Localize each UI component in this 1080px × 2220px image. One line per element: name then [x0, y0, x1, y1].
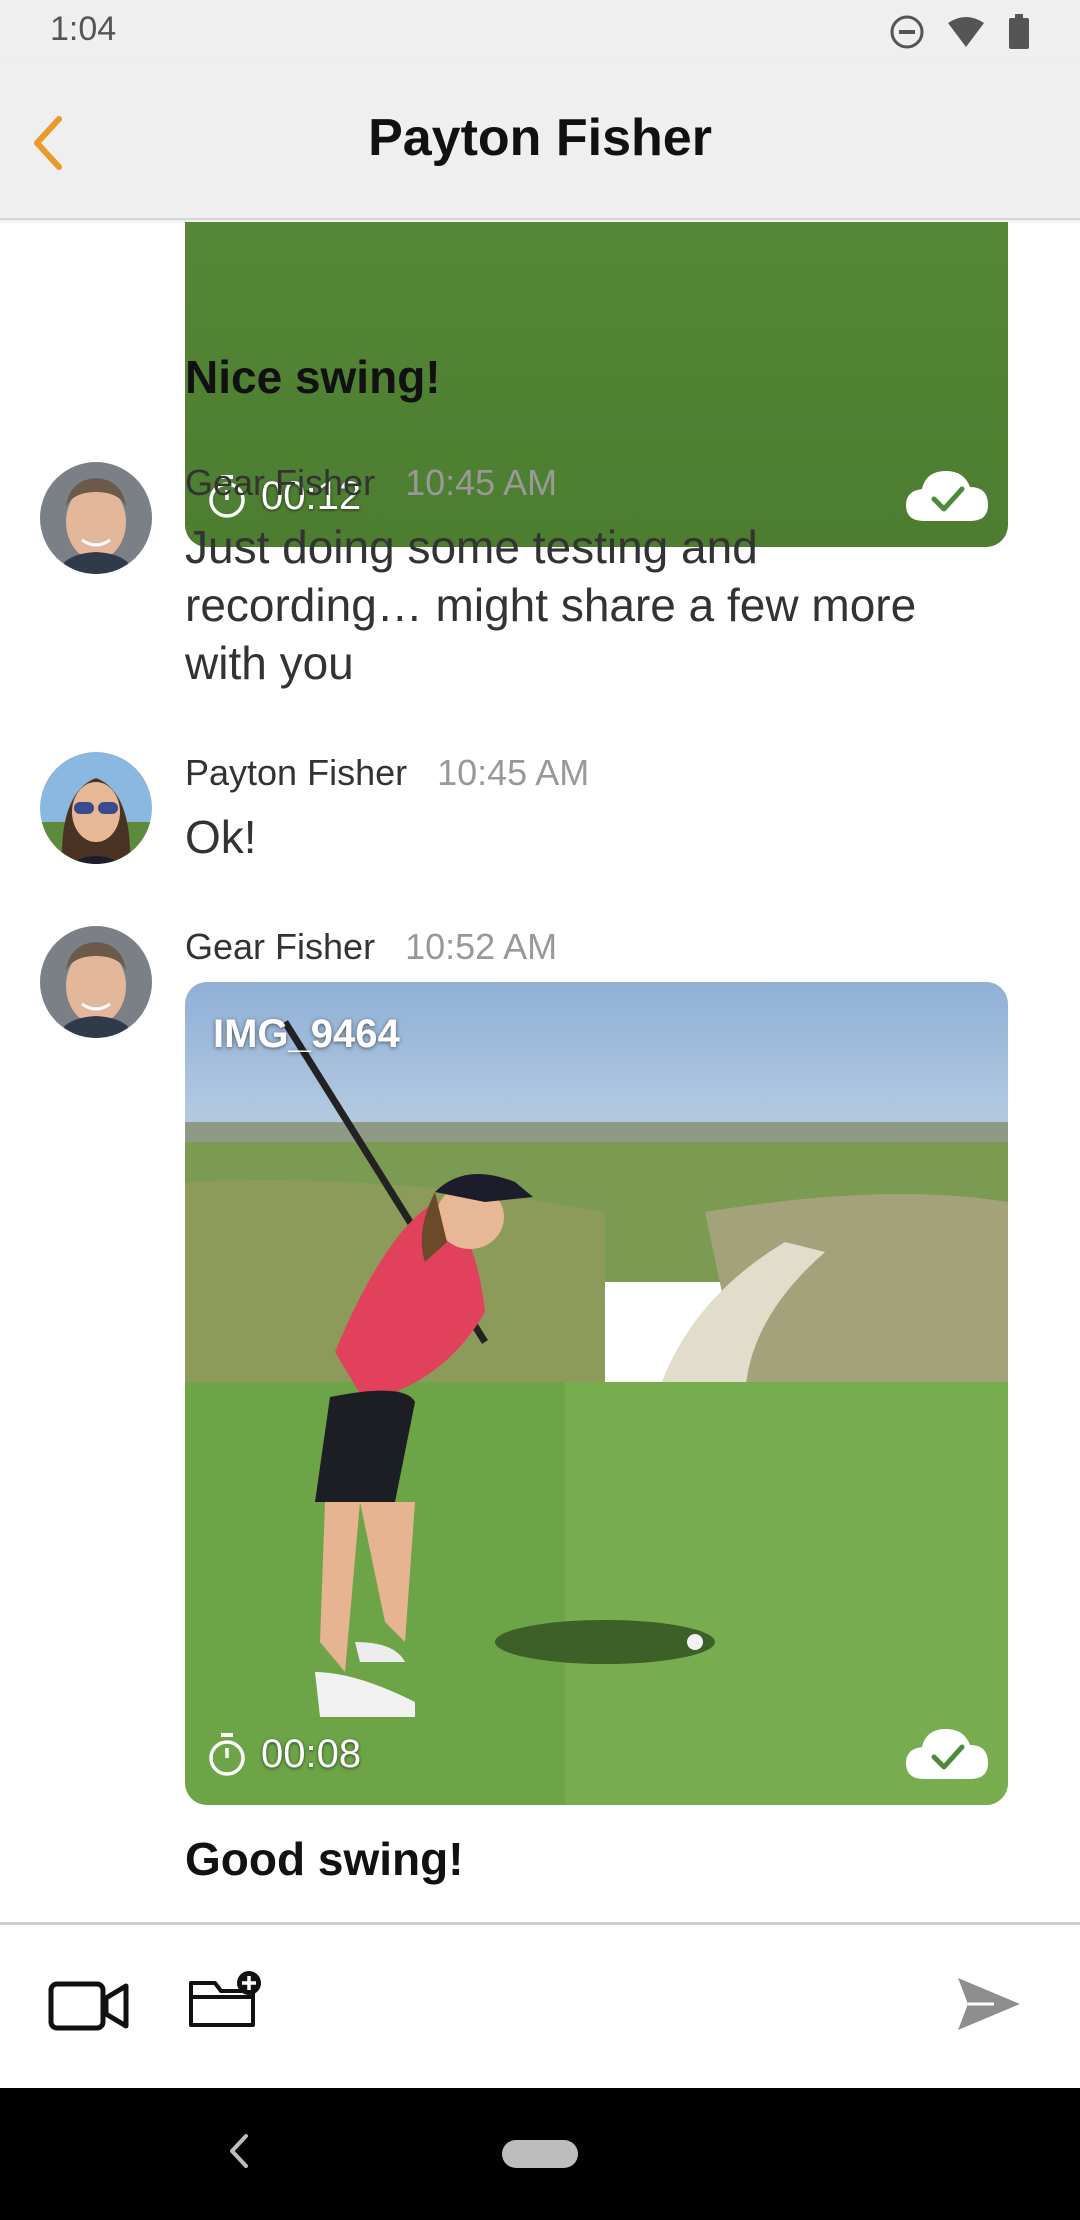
message-header: Gear Fisher 10:52 AM [185, 926, 557, 968]
status-icons [890, 14, 1030, 50]
message-composer [0, 1922, 1080, 2088]
sender-name: Gear Fisher [185, 926, 376, 967]
wifi-icon [948, 17, 984, 47]
do-not-disturb-icon [890, 15, 924, 49]
video-duration-label: 00:08 [261, 1732, 362, 1776]
avatar[interactable] [40, 752, 152, 864]
message-header: Gear Fisher 10:45 AM [185, 462, 557, 504]
page-title: Payton Fisher [368, 109, 712, 167]
attach-file-button[interactable] [180, 1955, 270, 2045]
message-time: 10:45 AM [437, 752, 590, 793]
cloud-check-icon [906, 471, 988, 521]
video-camera-icon [48, 1981, 129, 2031]
video-caption: Nice swing! [185, 351, 441, 403]
avatar-gear-fisher-image [40, 926, 152, 1038]
battery-icon [1009, 14, 1029, 49]
video-thumbnail[interactable]: IMG_9464 00:08 [185, 982, 1008, 1805]
status-bar: 1:04 [0, 0, 1080, 64]
message-text: Just doing some testing and recording… m… [185, 521, 917, 689]
cloud-check-icon [906, 1729, 988, 1779]
video-frame-golf-swing [185, 982, 1008, 1805]
video-duration: 00:08 [207, 1732, 361, 1777]
send-button[interactable] [944, 1959, 1034, 2049]
message-time: 10:52 AM [405, 926, 558, 967]
status-time: 1:04 [50, 10, 117, 48]
system-navigation-bar [0, 2088, 1080, 2220]
sender-name: Gear Fisher [185, 462, 376, 503]
system-home-pill[interactable] [502, 2140, 578, 2168]
app-header: Payton Fisher [0, 64, 1080, 220]
avatar[interactable] [40, 462, 152, 574]
folder-add-icon [189, 1971, 261, 2027]
message-text: Ok! [185, 811, 257, 863]
message-time: 10:45 AM [405, 462, 558, 503]
record-video-button[interactable] [44, 1961, 134, 2051]
avatar-payton-fisher-image [40, 752, 152, 864]
sender-name: Payton Fisher [185, 752, 408, 793]
chat-message-list[interactable]: 00:12 Nice swing! Gear Fisher 10:45 AM J… [0, 222, 1080, 1922]
avatar-gear-fisher-image [40, 462, 152, 574]
video-filename: IMG_9464 [213, 1012, 400, 1056]
video-caption: Good swing! [185, 1833, 464, 1885]
send-icon [958, 1978, 1020, 2030]
stopwatch-icon [209, 1732, 245, 1776]
avatar[interactable] [40, 926, 152, 1038]
message-header: Payton Fisher 10:45 AM [185, 752, 589, 794]
system-back-icon[interactable] [222, 2128, 256, 2174]
